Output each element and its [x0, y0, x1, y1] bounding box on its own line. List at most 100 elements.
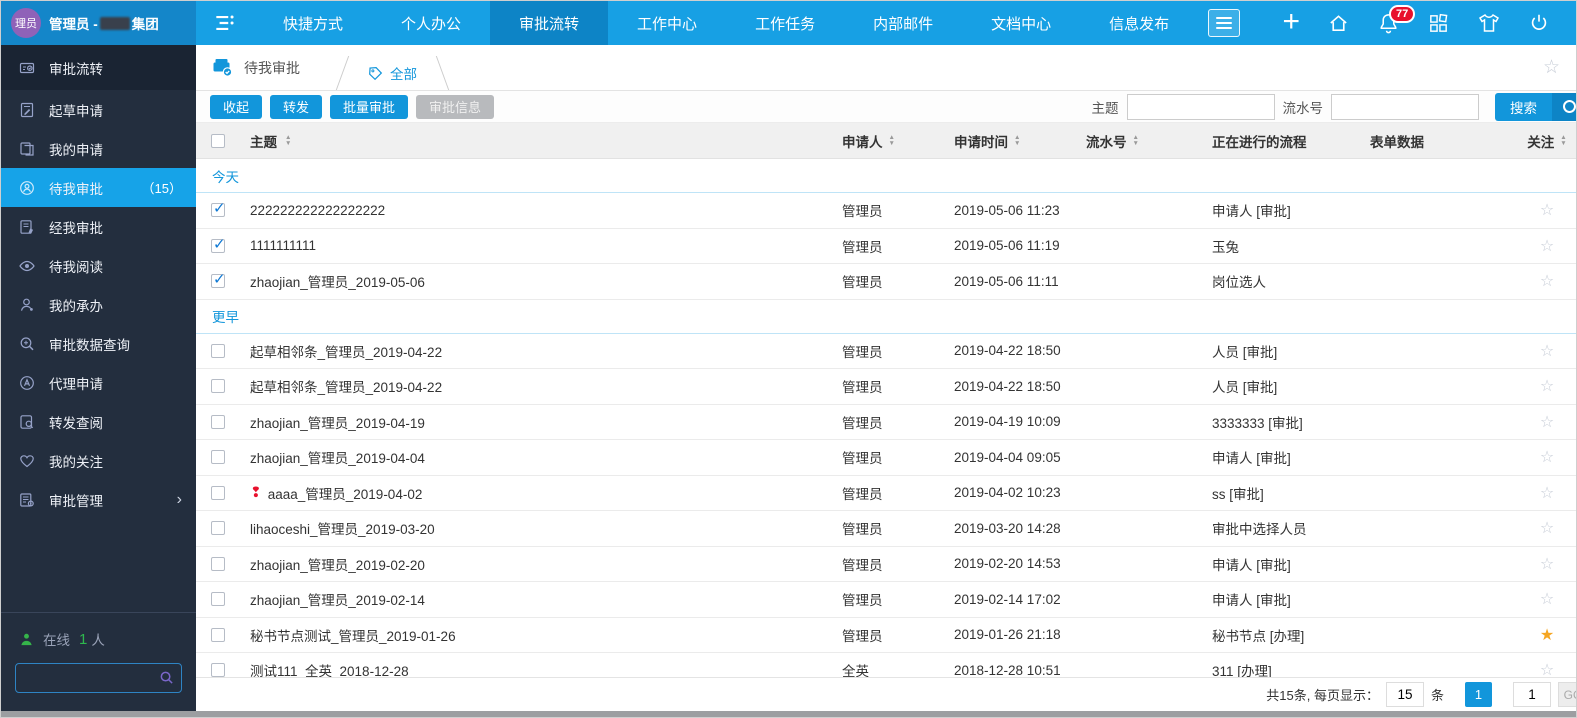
advanced-search-button[interactable] — [1552, 92, 1576, 121]
table-row[interactable]: zhaojian_管理员_2019-04-19 管理员 2019-04-19 10:… — [196, 405, 1576, 440]
column-header-applicant[interactable]: 申请人 ▲ ▼ — [842, 131, 954, 151]
row-checkbox[interactable] — [211, 556, 225, 571]
sidebar-item-my-follow[interactable]: 我的关注 — [1, 441, 196, 480]
row-checkbox[interactable] — [211, 663, 225, 677]
subject-text[interactable]: zhaojian_管理员_2019-05-06 — [250, 271, 425, 291]
subject-cell[interactable]: zhaojian_管理员_2019-02-20 — [240, 554, 842, 574]
table-row[interactable]: ❢ aaaa_管理员_2019-04-02 管理员 2019-04-02 10:23 s… — [196, 476, 1576, 511]
nav-tab-work-tasks[interactable]: 工作任务 — [726, 1, 844, 45]
favorite-star-icon[interactable]: ☆ — [1540, 341, 1554, 361]
sort-icon[interactable]: ▲ ▼ — [1560, 135, 1566, 146]
subject-text[interactable]: lihaoceshi_管理员_2019-03-20 — [250, 518, 435, 538]
table-row[interactable]: zhaojian_管理员_2019-02-14 管理员 2019-02-14 17:… — [196, 582, 1576, 618]
subject-text[interactable]: 起草相邻条_管理员_2019-04-22 — [250, 341, 442, 361]
row-checkbox[interactable] — [211, 274, 226, 289]
toolbar-button-batch-approve[interactable]: 批量审批 — [330, 94, 409, 119]
favorite-star-icon[interactable]: ☆ — [1540, 200, 1554, 220]
table-row[interactable]: zhaojian_管理员_2019-04-04 管理员 2019-04-04 09:… — [196, 440, 1576, 476]
sidebar-item-draft-application[interactable]: 起草申请 — [1, 90, 196, 129]
more-menu-button[interactable] — [1208, 9, 1241, 37]
subject-cell[interactable]: zhaojian_管理员_2019-04-04 — [240, 447, 842, 467]
table-row[interactable]: lihaoceshi_管理员_2019-03-20 管理员 2019-03-20 1… — [196, 511, 1576, 547]
subject-cell[interactable]: zhaojian_管理员_2019-02-14 — [240, 589, 842, 609]
subject-cell[interactable]: zhaojian_管理员_2019-05-06 — [240, 271, 842, 291]
subject-cell[interactable]: zhaojian_管理员_2019-04-19 — [240, 412, 842, 432]
subject-text[interactable]: zhaojian_管理员_2019-04-19 — [250, 412, 425, 432]
sort-icon[interactable]: ▲ ▼ — [1014, 135, 1020, 146]
sidebar-item-my-application[interactable]: 我的申请 — [1, 129, 196, 168]
favorite-star-icon[interactable]: ☆ — [1540, 376, 1554, 396]
topbar-user[interactable]: 理员 管理员 - 集团 — [1, 1, 196, 45]
sort-icon[interactable]: ▲ ▼ — [889, 135, 895, 146]
nav-tab-work-center[interactable]: 工作中心 — [608, 1, 726, 45]
sidebar-item-proxy-application[interactable]: 代理申请 — [1, 363, 196, 402]
subject-cell[interactable]: lihaoceshi_管理员_2019-03-20 — [240, 518, 842, 538]
favorite-star-icon[interactable]: ☆ — [1540, 412, 1554, 432]
table-row[interactable]: 222222222222222222 管理员 2019-05-06 11:23 申请人… — [196, 193, 1576, 229]
select-all-checkbox[interactable] — [211, 133, 225, 148]
subject-cell[interactable]: ❢ aaaa_管理员_2019-04-02 — [240, 483, 842, 503]
favorite-star-icon[interactable]: ☆ — [1540, 447, 1554, 467]
per-page-input[interactable] — [1385, 682, 1424, 707]
favorite-star-icon[interactable]: ★ — [1540, 625, 1554, 645]
go-button[interactable]: GO — [1558, 682, 1576, 707]
nav-tab-info-publish[interactable]: 信息发布 — [1080, 1, 1198, 45]
subject-cell[interactable]: 秘书节点测试_管理员_2019-01-26 — [240, 625, 842, 645]
row-checkbox[interactable] — [211, 238, 226, 253]
subject-text[interactable]: 秘书节点测试_管理员_2019-01-26 — [250, 625, 456, 645]
subject-text[interactable]: 222222222222222222 — [250, 203, 385, 218]
sort-icon[interactable]: ▲ ▼ — [285, 135, 291, 146]
favorite-star-icon[interactable]: ☆ — [1540, 518, 1554, 538]
subject-text[interactable]: 测试111_全英_2018-12-28 — [250, 660, 409, 677]
apps-button[interactable] — [1427, 12, 1450, 35]
favorite-star-icon[interactable]: ☆ — [1540, 271, 1554, 291]
subject-text[interactable]: zhaojian_管理员_2019-02-20 — [250, 554, 425, 574]
favorite-star-icon[interactable]: ☆ — [1540, 589, 1554, 609]
search-button[interactable]: 搜索 — [1495, 92, 1552, 121]
subject-text[interactable]: zhaojian_管理员_2019-02-14 — [250, 589, 425, 609]
nav-tab-internal-mail[interactable]: 内部邮件 — [844, 1, 962, 45]
row-checkbox[interactable] — [211, 592, 225, 607]
table-row[interactable]: 测试111_全英_2018-12-28 全英 2018-12-28 10:51 311… — [196, 653, 1576, 677]
sidebar-item-my-undertaking[interactable]: 我的承办 — [1, 285, 196, 324]
row-checkbox[interactable] — [211, 203, 226, 218]
logout-button[interactable] — [1528, 12, 1550, 34]
sidebar-item-approval-flow[interactable]: 审批流转 — [1, 45, 196, 90]
favorite-star-icon[interactable]: ☆ — [1540, 554, 1554, 574]
subject-filter-input[interactable] — [1126, 93, 1275, 120]
table-row[interactable]: 1111111111 管理员 2019-05-06 11:19 玉兔 ☆ — [196, 229, 1576, 264]
sidebar-item-pending-my-read[interactable]: 待我阅读 — [1, 246, 196, 285]
table-row[interactable]: 起草相邻条_管理员_2019-04-22 管理员 2019-04-22 18:50 人… — [196, 369, 1576, 405]
favorite-page-star-icon[interactable]: ☆ — [1543, 56, 1560, 79]
row-checkbox[interactable] — [211, 627, 225, 642]
table-row[interactable]: 起草相邻条_管理员_2019-04-22 管理员 2019-04-22 18:50 人… — [196, 334, 1576, 369]
row-checkbox[interactable] — [211, 450, 225, 465]
search-icon[interactable] — [159, 670, 174, 685]
subject-cell[interactable]: 222222222222222222 — [240, 203, 842, 218]
subject-text[interactable]: zhaojian_管理员_2019-04-04 — [250, 447, 425, 467]
add-button[interactable]: + — [1282, 6, 1300, 37]
table-row[interactable]: 秘书节点测试_管理员_2019-01-26 管理员 2019-01-26 21:18… — [196, 618, 1576, 653]
sidebar-item-approved-by-me[interactable]: 经我审批 — [1, 207, 196, 246]
sidebar-item-forward-review[interactable]: 转发查阅 — [1, 402, 196, 441]
row-checkbox[interactable] — [211, 485, 225, 500]
subject-cell[interactable]: 起草相邻条_管理员_2019-04-22 — [240, 376, 842, 396]
nav-tab-document-center[interactable]: 文档中心 — [962, 1, 1080, 45]
sort-icon[interactable]: ▲ ▼ — [1133, 135, 1139, 146]
column-header-star[interactable]: 关注 ▲ ▼ — [1518, 131, 1576, 151]
nav-tab-shortcuts[interactable]: 快捷方式 — [254, 1, 372, 45]
subject-cell[interactable]: 1111111111 — [240, 238, 842, 253]
goto-page-input[interactable] — [1513, 682, 1551, 707]
subject-cell[interactable]: 测试111_全英_2018-12-28 — [240, 660, 842, 677]
table-row[interactable]: zhaojian_管理员_2019-05-06 管理员 2019-05-06 11:… — [196, 264, 1576, 300]
nav-tab-personal-office[interactable]: 个人办公 — [372, 1, 490, 45]
column-header-subject[interactable]: 主题 ▲ ▼ — [240, 131, 842, 151]
sidebar-item-approval-manage[interactable]: 审批管理 › — [1, 480, 196, 519]
avatar[interactable]: 理员 — [11, 8, 41, 38]
subject-text[interactable]: aaaa_管理员_2019-04-02 — [268, 483, 423, 503]
column-header-time[interactable]: 申请时间 ▲ ▼ — [954, 131, 1086, 151]
nav-tab-approval-flow[interactable]: 审批流转 — [490, 1, 609, 45]
table-row[interactable]: zhaojian_管理员_2019-02-20 管理员 2019-02-20 14:… — [196, 547, 1576, 582]
row-checkbox[interactable] — [211, 343, 225, 358]
favorite-star-icon[interactable]: ☆ — [1540, 483, 1554, 503]
